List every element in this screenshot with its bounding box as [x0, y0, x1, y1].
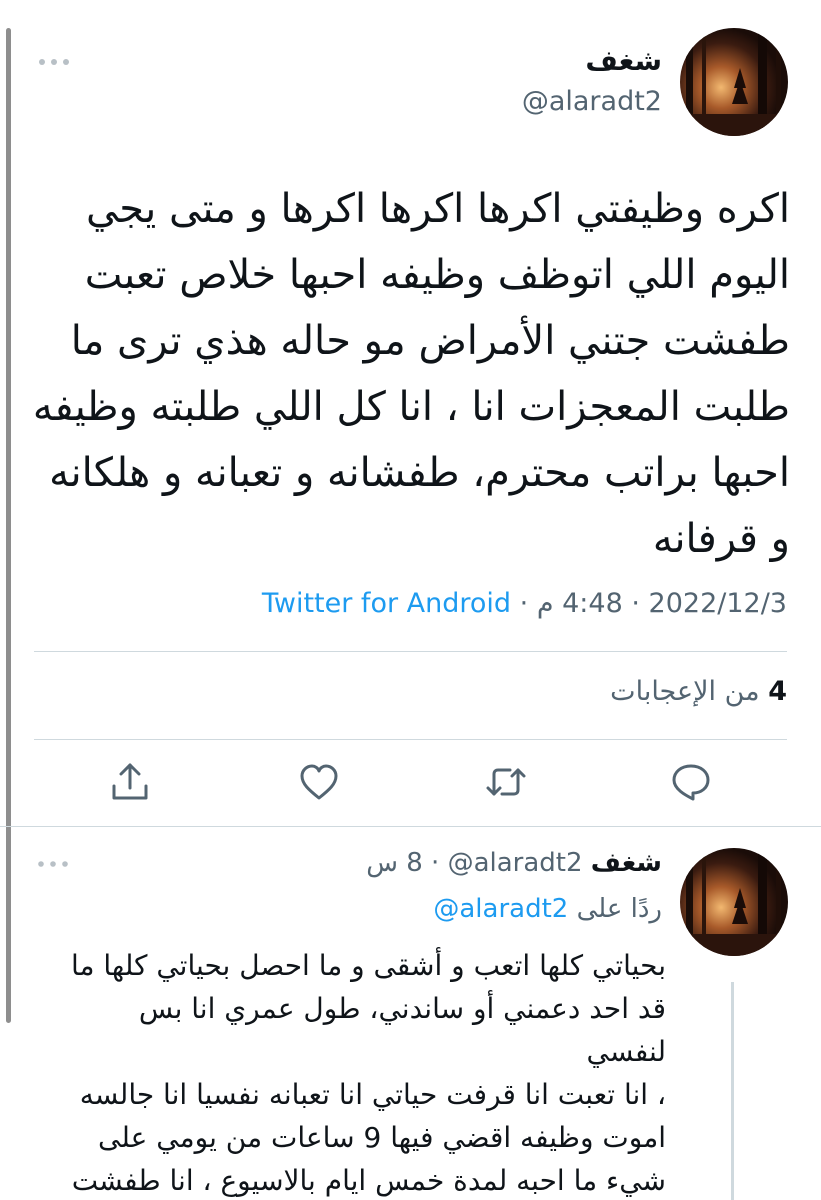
reply-header: 8 س · @alaradt2 شغف	[366, 848, 662, 878]
replying-to-mention[interactable]: @alaradt2	[433, 894, 568, 924]
tweet-metadata: Twitter for Android · 4:48 م · 2022/12/3	[262, 588, 787, 619]
replying-to-label: ردًا على	[576, 894, 662, 924]
meta-separator: ·	[631, 588, 640, 619]
avatar[interactable]	[680, 28, 788, 136]
likes-stat[interactable]: 4 من الإعجابات	[610, 676, 787, 707]
divider	[34, 651, 787, 652]
reply-author-handle[interactable]: @alaradt2	[448, 848, 583, 878]
reply-more-options-icon[interactable]	[34, 855, 72, 873]
tweet-detail-page: شغف @alaradt2 اكره وظيفتي اكرها اكرها اك…	[0, 0, 821, 1200]
meta-separator: ·	[519, 588, 529, 619]
author-display-name[interactable]: شغف	[585, 44, 662, 77]
likes-label: من الإعجابات	[610, 676, 760, 707]
reply-tweet-text: بحياتي كلها اتعب و أشقى و ما احصل بحياتي…	[70, 949, 666, 1197]
author-handle[interactable]: @alaradt2	[522, 86, 662, 117]
reply-time: 8 س	[366, 848, 423, 878]
reply-author-display-name[interactable]: شغف	[591, 848, 662, 878]
reply-icon[interactable]	[669, 760, 713, 804]
like-icon[interactable]	[297, 760, 341, 804]
tweet-text: اكره وظيفتي اكرها اكرها اكرها و متى يجي …	[32, 186, 790, 562]
retweet-icon[interactable]	[484, 760, 528, 804]
reply-separator: ·	[431, 848, 440, 878]
divider	[34, 739, 787, 740]
replying-to: ردًا على @alaradt2	[433, 894, 662, 924]
tweet-time: 4:48 م	[536, 588, 623, 619]
thread-line	[731, 982, 734, 1200]
tweet-date: 2022/12/3	[648, 588, 787, 619]
tweet-source[interactable]: Twitter for Android	[262, 588, 511, 619]
share-icon[interactable]	[108, 760, 152, 804]
likes-count: 4	[768, 676, 787, 707]
tweet-separator	[0, 826, 821, 827]
more-options-icon[interactable]	[34, 52, 74, 72]
main-tweet: شغف @alaradt2 اكره وظيفتي اكرها اكرها اك…	[0, 0, 821, 825]
reply-avatar[interactable]	[680, 848, 788, 956]
